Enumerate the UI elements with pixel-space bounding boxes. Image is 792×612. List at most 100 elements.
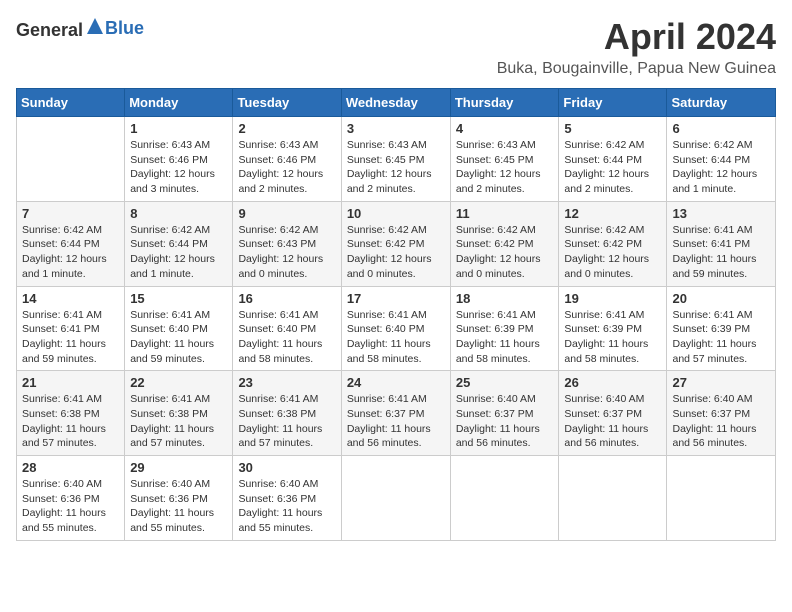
- weekday-header: Thursday: [450, 89, 559, 117]
- day-detail: Sunrise: 6:41 AMSunset: 6:41 PMDaylight:…: [672, 223, 770, 282]
- calendar-table: SundayMondayTuesdayWednesdayThursdayFrid…: [16, 88, 776, 541]
- day-detail: Sunrise: 6:40 AMSunset: 6:36 PMDaylight:…: [22, 477, 119, 536]
- day-detail: Sunrise: 6:42 AMSunset: 6:44 PMDaylight:…: [672, 138, 770, 197]
- day-detail: Sunrise: 6:42 AMSunset: 6:44 PMDaylight:…: [130, 223, 227, 282]
- calendar-cell: 15 Sunrise: 6:41 AMSunset: 6:40 PMDayligh…: [125, 286, 233, 371]
- calendar-cell: 13 Sunrise: 6:41 AMSunset: 6:41 PMDayligh…: [667, 201, 776, 286]
- calendar-cell: 19Sunrise: 6:41 AMSunset: 6:39 PMDayligh…: [559, 286, 667, 371]
- day-detail: Sunrise: 6:43 AMSunset: 6:46 PMDaylight:…: [130, 138, 227, 197]
- calendar-week-row: 28 Sunrise: 6:40 AMSunset: 6:36 PMDayligh…: [17, 456, 776, 541]
- day-number: 7: [22, 206, 119, 221]
- day-number: 27: [672, 375, 770, 390]
- weekday-header: Sunday: [17, 89, 125, 117]
- day-detail: Sunrise: 6:41 AMSunset: 6:41 PMDaylight:…: [22, 308, 119, 367]
- calendar-cell: [559, 456, 667, 541]
- calendar-body: 1 Sunrise: 6:43 AMSunset: 6:46 PMDaylight…: [17, 117, 776, 541]
- day-number: 14: [22, 291, 119, 306]
- day-detail: Sunrise: 6:40 AMSunset: 6:37 PMDaylight:…: [672, 392, 770, 451]
- day-detail: Sunrise: 6:42 AMSunset: 6:42 PMDaylight:…: [456, 223, 554, 282]
- day-number: 2: [238, 121, 335, 136]
- calendar-header-row: SundayMondayTuesdayWednesdayThursdayFrid…: [17, 89, 776, 117]
- day-number: 25: [456, 375, 554, 390]
- calendar-cell: 11 Sunrise: 6:42 AMSunset: 6:42 PMDayligh…: [450, 201, 559, 286]
- day-number: 28: [22, 460, 119, 475]
- header: General Blue April 2024 Buka, Bougainvil…: [16, 16, 776, 78]
- calendar-cell: 12 Sunrise: 6:42 AMSunset: 6:42 PMDayligh…: [559, 201, 667, 286]
- day-detail: Sunrise: 6:42 AMSunset: 6:43 PMDaylight:…: [238, 223, 335, 282]
- calendar-cell: [450, 456, 559, 541]
- calendar-cell: 6 Sunrise: 6:42 AMSunset: 6:44 PMDaylight…: [667, 117, 776, 202]
- calendar-cell: 14 Sunrise: 6:41 AMSunset: 6:41 PMDayligh…: [17, 286, 125, 371]
- day-number: 13: [672, 206, 770, 221]
- day-detail: Sunrise: 6:41 AMSunset: 6:39 PMDaylight:…: [672, 308, 770, 367]
- calendar-cell: 8Sunrise: 6:42 AMSunset: 6:44 PMDaylight…: [125, 201, 233, 286]
- day-detail: Sunrise: 6:41 AMSunset: 6:40 PMDaylight:…: [130, 308, 227, 367]
- calendar-cell: 20 Sunrise: 6:41 AMSunset: 6:39 PMDayligh…: [667, 286, 776, 371]
- calendar-cell: 24 Sunrise: 6:41 AMSunset: 6:37 PMDayligh…: [341, 371, 450, 456]
- calendar-week-row: 21Sunrise: 6:41 AMSunset: 6:38 PMDayligh…: [17, 371, 776, 456]
- day-number: 20: [672, 291, 770, 306]
- day-number: 23: [238, 375, 335, 390]
- calendar-cell: 10Sunrise: 6:42 AMSunset: 6:42 PMDayligh…: [341, 201, 450, 286]
- logo-icon: [85, 16, 105, 36]
- day-number: 11: [456, 206, 554, 221]
- calendar-cell: 21Sunrise: 6:41 AMSunset: 6:38 PMDayligh…: [17, 371, 125, 456]
- day-number: 6: [672, 121, 770, 136]
- day-detail: Sunrise: 6:41 AMSunset: 6:38 PMDaylight:…: [130, 392, 227, 451]
- calendar-cell: 18Sunrise: 6:41 AMSunset: 6:39 PMDayligh…: [450, 286, 559, 371]
- calendar-cell: 7 Sunrise: 6:42 AMSunset: 6:44 PMDaylight…: [17, 201, 125, 286]
- day-number: 12: [564, 206, 661, 221]
- day-number: 16: [238, 291, 335, 306]
- day-number: 29: [130, 460, 227, 475]
- calendar-cell: [17, 117, 125, 202]
- calendar-week-row: 1 Sunrise: 6:43 AMSunset: 6:46 PMDaylight…: [17, 117, 776, 202]
- day-number: 1: [130, 121, 227, 136]
- calendar-cell: [667, 456, 776, 541]
- location-title: Buka, Bougainville, Papua New Guinea: [497, 60, 776, 78]
- calendar-cell: 5 Sunrise: 6:42 AMSunset: 6:44 PMDaylight…: [559, 117, 667, 202]
- calendar-cell: [341, 456, 450, 541]
- day-number: 30: [238, 460, 335, 475]
- calendar-cell: 27 Sunrise: 6:40 AMSunset: 6:37 PMDayligh…: [667, 371, 776, 456]
- day-detail: Sunrise: 6:40 AMSunset: 6:37 PMDaylight:…: [564, 392, 661, 451]
- day-number: 26: [564, 375, 661, 390]
- calendar-week-row: 14 Sunrise: 6:41 AMSunset: 6:41 PMDayligh…: [17, 286, 776, 371]
- day-detail: Sunrise: 6:41 AMSunset: 6:40 PMDaylight:…: [238, 308, 335, 367]
- day-detail: Sunrise: 6:42 AMSunset: 6:44 PMDaylight:…: [22, 223, 119, 282]
- day-detail: Sunrise: 6:41 AMSunset: 6:39 PMDaylight:…: [564, 308, 661, 367]
- day-detail: Sunrise: 6:42 AMSunset: 6:44 PMDaylight:…: [564, 138, 661, 197]
- logo: General Blue: [16, 16, 144, 41]
- day-detail: Sunrise: 6:41 AMSunset: 6:40 PMDaylight:…: [347, 308, 445, 367]
- day-detail: Sunrise: 6:42 AMSunset: 6:42 PMDaylight:…: [347, 223, 445, 282]
- logo-general: General: [16, 20, 83, 40]
- calendar-cell: 2 Sunrise: 6:43 AMSunset: 6:46 PMDaylight…: [233, 117, 341, 202]
- day-number: 9: [238, 206, 335, 221]
- day-detail: Sunrise: 6:43 AMSunset: 6:45 PMDaylight:…: [456, 138, 554, 197]
- day-detail: Sunrise: 6:41 AMSunset: 6:37 PMDaylight:…: [347, 392, 445, 451]
- calendar-cell: 26 Sunrise: 6:40 AMSunset: 6:37 PMDayligh…: [559, 371, 667, 456]
- weekday-header: Friday: [559, 89, 667, 117]
- day-detail: Sunrise: 6:40 AMSunset: 6:36 PMDaylight:…: [130, 477, 227, 536]
- day-detail: Sunrise: 6:42 AMSunset: 6:42 PMDaylight:…: [564, 223, 661, 282]
- day-detail: Sunrise: 6:41 AMSunset: 6:38 PMDaylight:…: [22, 392, 119, 451]
- day-number: 5: [564, 121, 661, 136]
- month-title: April 2024: [497, 16, 776, 58]
- weekday-header: Wednesday: [341, 89, 450, 117]
- calendar-cell: 25 Sunrise: 6:40 AMSunset: 6:37 PMDayligh…: [450, 371, 559, 456]
- weekday-header: Monday: [125, 89, 233, 117]
- calendar-cell: 22 Sunrise: 6:41 AMSunset: 6:38 PMDayligh…: [125, 371, 233, 456]
- day-detail: Sunrise: 6:43 AMSunset: 6:46 PMDaylight:…: [238, 138, 335, 197]
- day-detail: Sunrise: 6:40 AMSunset: 6:37 PMDaylight:…: [456, 392, 554, 451]
- day-number: 22: [130, 375, 227, 390]
- calendar-cell: 28 Sunrise: 6:40 AMSunset: 6:36 PMDayligh…: [17, 456, 125, 541]
- calendar-cell: 30Sunrise: 6:40 AMSunset: 6:36 PMDayligh…: [233, 456, 341, 541]
- day-number: 15: [130, 291, 227, 306]
- day-detail: Sunrise: 6:41 AMSunset: 6:39 PMDaylight:…: [456, 308, 554, 367]
- calendar-cell: 23Sunrise: 6:41 AMSunset: 6:38 PMDayligh…: [233, 371, 341, 456]
- calendar-cell: 3Sunrise: 6:43 AMSunset: 6:45 PMDaylight…: [341, 117, 450, 202]
- day-number: 24: [347, 375, 445, 390]
- calendar-cell: 29 Sunrise: 6:40 AMSunset: 6:36 PMDayligh…: [125, 456, 233, 541]
- day-detail: Sunrise: 6:43 AMSunset: 6:45 PMDaylight:…: [347, 138, 445, 197]
- calendar-cell: 16 Sunrise: 6:41 AMSunset: 6:40 PMDayligh…: [233, 286, 341, 371]
- calendar-cell: 1 Sunrise: 6:43 AMSunset: 6:46 PMDaylight…: [125, 117, 233, 202]
